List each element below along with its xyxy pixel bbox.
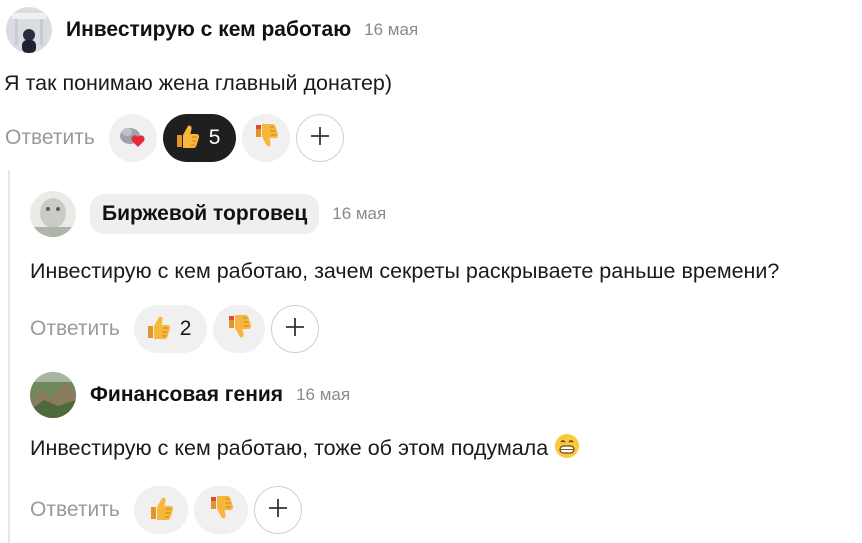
- thumbs-up-icon: [173, 122, 201, 155]
- plus-icon: [309, 125, 331, 152]
- thumbs-down-icon: [252, 122, 280, 155]
- comment-header: Биржевой торговец 16 мая: [30, 188, 862, 240]
- comment: Инвестирую с кем работаю 16 мая Я так по…: [0, 4, 862, 162]
- comment-header: Инвестирую с кем работаю 16 мая: [6, 4, 862, 56]
- comment-text: Инвестирую с кем работаю, тоже об этом п…: [30, 433, 862, 467]
- like-count: 5: [208, 126, 221, 149]
- reaction-dislike-button[interactable]: [213, 305, 266, 353]
- reaction-heart-button[interactable]: [108, 114, 157, 162]
- comment: Финансовая гения 16 мая Инвестирую с кем…: [0, 369, 862, 534]
- comment-date: 16 мая: [364, 20, 419, 39]
- add-reaction-button[interactable]: [296, 114, 345, 162]
- reaction-like-button[interactable]: [133, 486, 188, 534]
- reaction-like-button[interactable]: 5: [162, 114, 237, 162]
- comment: Биржевой торговец 16 мая Инвестирую с ке…: [0, 188, 862, 353]
- comment-date: 16 мая: [296, 385, 351, 404]
- comment-text: Инвестирую с кем работаю, зачем секреты …: [30, 259, 780, 283]
- reaction-dislike-button[interactable]: [193, 486, 248, 534]
- author-name[interactable]: Инвестирую с кем работаю: [66, 18, 351, 42]
- comment-text: Я так понимаю жена главный донатер): [4, 71, 393, 95]
- like-count: 2: [179, 317, 192, 340]
- comment-text-body: Инвестирую с кем работаю, тоже об этом п…: [30, 436, 549, 460]
- avatar[interactable]: [30, 191, 76, 237]
- comment-actions: Ответить 5: [5, 114, 862, 162]
- reply-button[interactable]: Ответить: [5, 126, 95, 150]
- plus-icon: [267, 497, 289, 524]
- comment-actions: Ответить: [30, 486, 862, 534]
- author-name[interactable]: Финансовая гения: [90, 383, 283, 407]
- grinning-face-icon: [554, 433, 580, 467]
- plus-icon: [284, 316, 306, 343]
- thumbs-up-icon: [144, 313, 172, 346]
- thumbs-down-icon: [225, 313, 253, 346]
- avatar[interactable]: [30, 372, 76, 418]
- add-reaction-button[interactable]: [271, 305, 320, 353]
- heart-reaction-icon: [118, 121, 148, 156]
- reply-button[interactable]: Ответить: [30, 498, 120, 522]
- avatar[interactable]: [6, 7, 52, 53]
- reaction-like-button[interactable]: 2: [133, 305, 208, 353]
- author-name[interactable]: Биржевой торговец: [90, 194, 320, 234]
- reaction-dislike-button[interactable]: [242, 114, 291, 162]
- reply-button[interactable]: Ответить: [30, 317, 120, 341]
- comment-actions: Ответить 2: [30, 305, 862, 353]
- add-reaction-button[interactable]: [253, 486, 302, 534]
- comment-date: 16 мая: [332, 204, 387, 223]
- thumbs-up-icon: [147, 494, 175, 527]
- comment-header: Финансовая гения 16 мая: [30, 369, 862, 421]
- thumbs-down-icon: [207, 494, 235, 527]
